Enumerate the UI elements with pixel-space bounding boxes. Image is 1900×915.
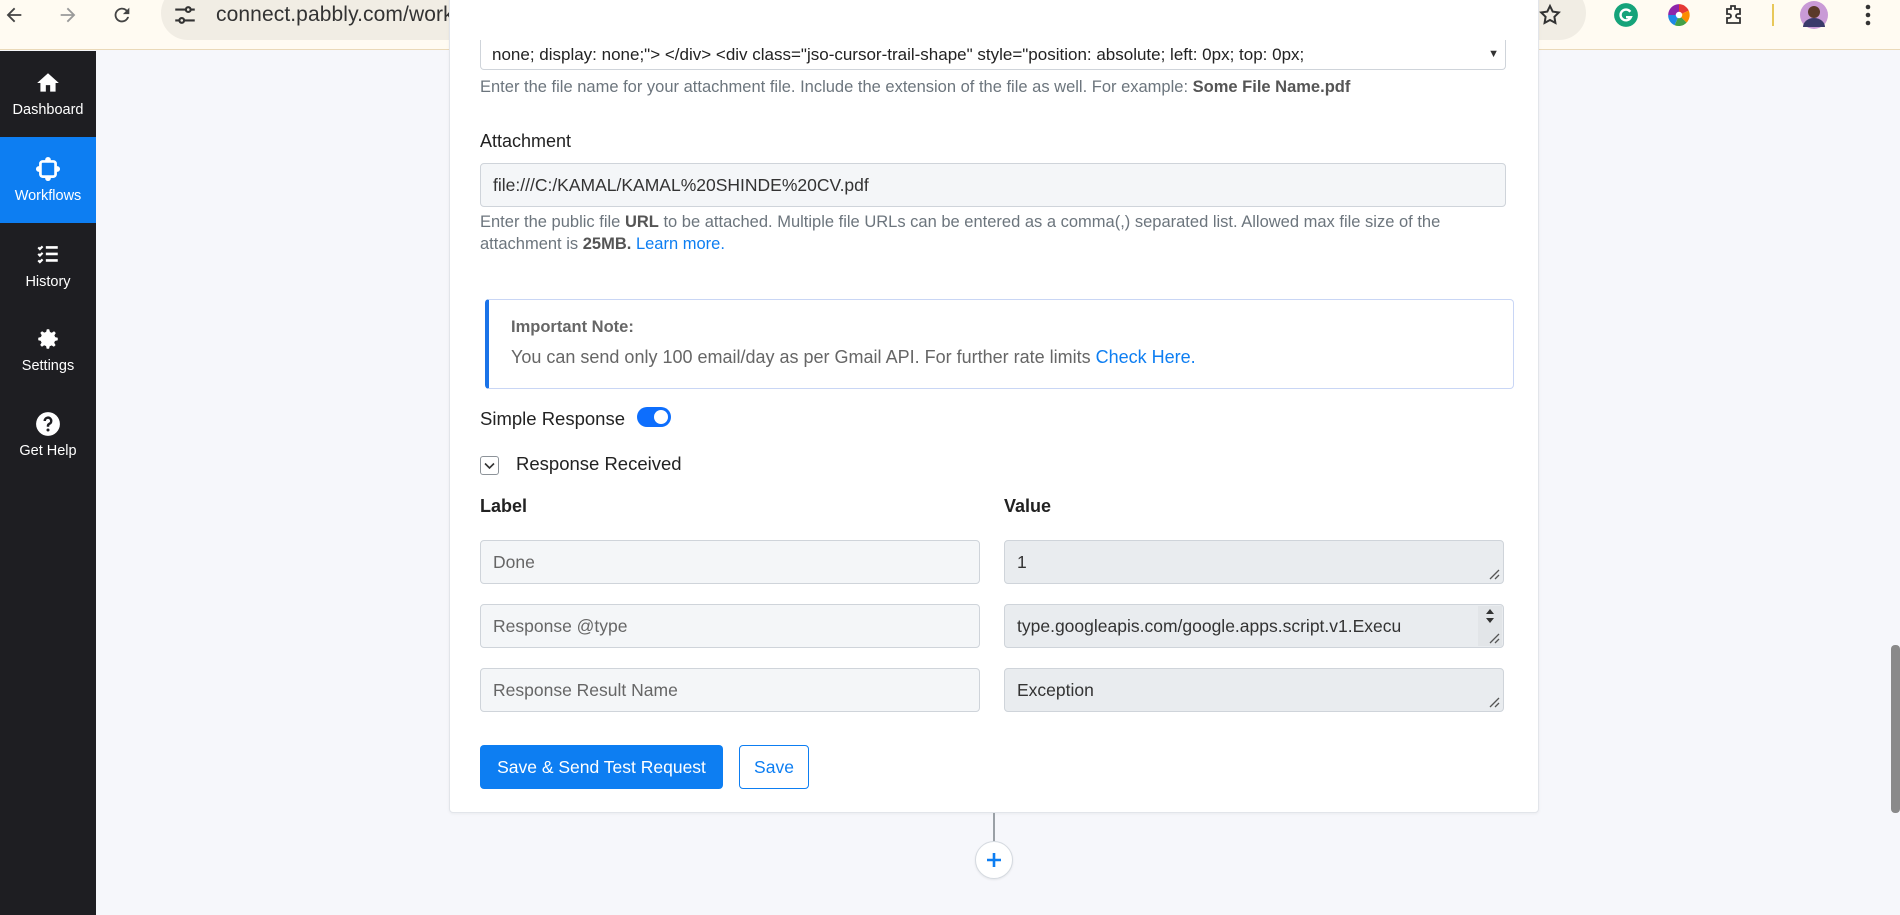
check-here-link[interactable]: Check Here. (1096, 347, 1196, 367)
response-received-toggle[interactable] (480, 456, 499, 475)
response-label-text: Done (493, 552, 535, 572)
attachment-help-size: 25MB. (582, 235, 632, 253)
forward-icon[interactable] (50, 0, 86, 30)
note-body-text: You can send only 100 email/day as per G… (511, 347, 1091, 367)
sidebar-item-label: Dashboard (12, 102, 84, 118)
plus-icon (987, 853, 1001, 867)
label-column-header: Label (480, 496, 528, 516)
file-name-help: Enter the file name for your attachment … (480, 76, 1350, 98)
browser-menu-icon[interactable] (1852, 0, 1884, 30)
sidebar-item-workflows[interactable]: Workflows (0, 137, 96, 223)
note-body: You can send only 100 email/day as per G… (511, 347, 1196, 368)
scroll-arrows-icon (1486, 609, 1494, 623)
extensions-icon[interactable] (1718, 0, 1750, 30)
file-name-help-text: Enter the file name for your attachment … (480, 78, 1189, 96)
resize-handle-icon[interactable] (1488, 696, 1500, 708)
history-icon (37, 245, 58, 264)
response-label-field[interactable]: Done (480, 540, 980, 584)
response-value-field[interactable]: 1 (1004, 540, 1504, 584)
gear-icon (38, 329, 58, 349)
back-icon[interactable] (0, 0, 32, 30)
response-label-text: Response Result Name (493, 680, 678, 700)
response-value-text: type.googleapis.com/google.apps.script.v… (1017, 616, 1402, 636)
workflows-icon (35, 156, 61, 182)
attachment-help-text: Enter the public file (480, 213, 621, 231)
page-scrollbar[interactable] (1891, 645, 1900, 813)
attachment-help-url: URL (624, 213, 659, 231)
sidebar-item-label: Settings (21, 358, 75, 374)
attachment-label: Attachment (480, 131, 572, 151)
sidebar-item-settings[interactable]: Settings (0, 307, 96, 393)
save-button[interactable]: Save (739, 745, 809, 789)
resize-handle-icon[interactable] (1488, 568, 1500, 580)
help-icon (36, 412, 60, 436)
resize-handle-icon[interactable] (1488, 632, 1500, 644)
site-info-icon[interactable] (172, 2, 200, 28)
file-name-example: Some File Name.pdf (1192, 78, 1351, 96)
chevron-down-icon (484, 462, 495, 469)
file-name-field[interactable]: none; display: none;"> </div> <div class… (480, 40, 1506, 70)
response-label-field[interactable]: Response @type (480, 604, 980, 648)
reload-icon[interactable] (104, 0, 140, 30)
simple-response-label: Simple Response (480, 408, 625, 429)
attachment-help: Enter the public file URL to be attached… (480, 211, 1510, 255)
attachment-value: file:///C:/KAMAL/KAMAL%20SHINDE%20CV.pdf (493, 175, 869, 195)
response-received-label: Response Received (516, 453, 682, 474)
response-value-field[interactable]: Exception (1004, 668, 1504, 712)
response-value-field[interactable]: type.googleapis.com/google.apps.script.v… (1004, 604, 1504, 648)
home-icon (37, 73, 59, 92)
important-note: Important Note: You can send only 100 em… (485, 299, 1514, 389)
sidebar: Dashboard Workflows History Settings Get… (0, 51, 96, 915)
attachment-help-text: to be attached. Multiple file URLs can b… (663, 213, 1441, 231)
note-title: Important Note: (511, 318, 634, 336)
color-picker-icon[interactable] (1663, 0, 1695, 30)
sidebar-item-label: History (25, 274, 71, 290)
learn-more-link[interactable]: Learn more. (636, 235, 725, 253)
file-name-value: none; display: none;"> </div> <div class… (492, 45, 1305, 64)
value-column-header: Value (1004, 496, 1052, 516)
response-value-text: 1 (1017, 552, 1027, 572)
sidebar-item-label: Workflows (14, 188, 82, 204)
toolbar-divider (1772, 4, 1774, 26)
attachment-input[interactable]: file:///C:/KAMAL/KAMAL%20SHINDE%20CV.pdf (480, 163, 1506, 207)
sidebar-item-history[interactable]: History (0, 223, 96, 309)
add-step-button[interactable] (975, 841, 1013, 879)
scroll-down-icon[interactable]: ▼ (1488, 48, 1499, 60)
sidebar-item-get-help[interactable]: Get Help (0, 392, 96, 478)
grammarly-icon[interactable] (1610, 0, 1642, 30)
response-label-field[interactable]: Response Result Name (480, 668, 980, 712)
response-value-text: Exception (1017, 680, 1094, 700)
sidebar-item-label: Get Help (19, 443, 77, 459)
response-label-text: Response @type (493, 616, 628, 636)
toggle-knob (654, 410, 668, 424)
simple-response-toggle[interactable] (637, 407, 671, 427)
save-send-test-button[interactable]: Save & Send Test Request (480, 745, 723, 789)
avatar[interactable] (1798, 0, 1830, 30)
attachment-help-text: attachment is (480, 235, 579, 253)
sidebar-item-dashboard[interactable]: Dashboard (0, 51, 96, 137)
